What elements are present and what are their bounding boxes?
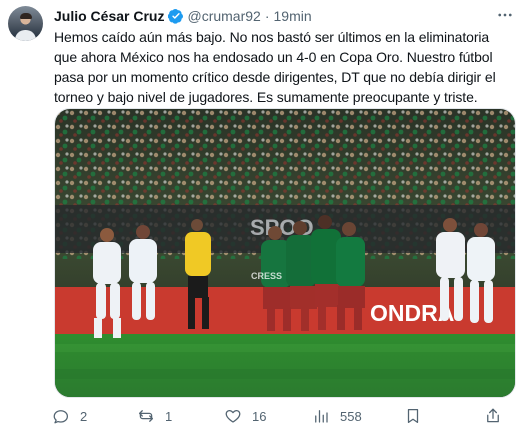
more-options-button[interactable] <box>493 3 517 27</box>
tweet-header: Julio César Cruz @crumar92 · 19min <box>54 7 312 25</box>
pitch-stripe-dark <box>55 369 515 379</box>
like-button[interactable]: 16 <box>224 404 266 428</box>
heart-icon <box>225 409 241 423</box>
retweet-icon <box>138 410 154 422</box>
share-button[interactable] <box>484 404 502 428</box>
share-icon <box>487 408 499 423</box>
more-horizontal-icon <box>498 13 512 17</box>
reply-count: 2 <box>80 408 88 424</box>
tweet-timestamp[interactable]: 19min <box>274 7 312 25</box>
reply-icon <box>53 410 69 424</box>
author-name[interactable]: Julio César Cruz <box>54 7 164 25</box>
soccer-pitch <box>55 334 515 397</box>
reply-button[interactable]: 2 <box>52 404 90 428</box>
tweet-card[interactable]: Julio César Cruz @crumar92 · 19min Hemos… <box>0 0 532 430</box>
author-handle[interactable]: @crumar92 <box>187 7 260 25</box>
soccer-celebration-image: SPOO ONDRA CRESS <box>55 109 515 397</box>
avatar[interactable] <box>8 6 43 41</box>
bookmark-icon <box>407 408 419 424</box>
timestamp-separator: · <box>264 8 270 24</box>
tweet-photo[interactable]: SPOO ONDRA CRESS <box>54 108 516 398</box>
tweet-text: Hemos caído aún más bajo. No nos bastó s… <box>54 29 496 105</box>
views-icon <box>315 410 328 423</box>
views-count: 558 <box>340 408 362 424</box>
retweet-count: 1 <box>165 408 173 424</box>
like-count: 16 <box>252 408 267 424</box>
tweet-actions: 2 1 16 558 <box>52 404 522 428</box>
views-button[interactable]: 558 <box>312 404 362 428</box>
verified-badge-icon <box>168 8 184 24</box>
retweet-button[interactable]: 1 <box>137 404 175 428</box>
avatar-shirt <box>15 30 36 41</box>
bookmark-button[interactable] <box>404 404 422 428</box>
photo-watermark: CRESS <box>251 271 282 281</box>
avatar-hair <box>20 13 32 19</box>
pitch-stripe <box>55 344 515 352</box>
